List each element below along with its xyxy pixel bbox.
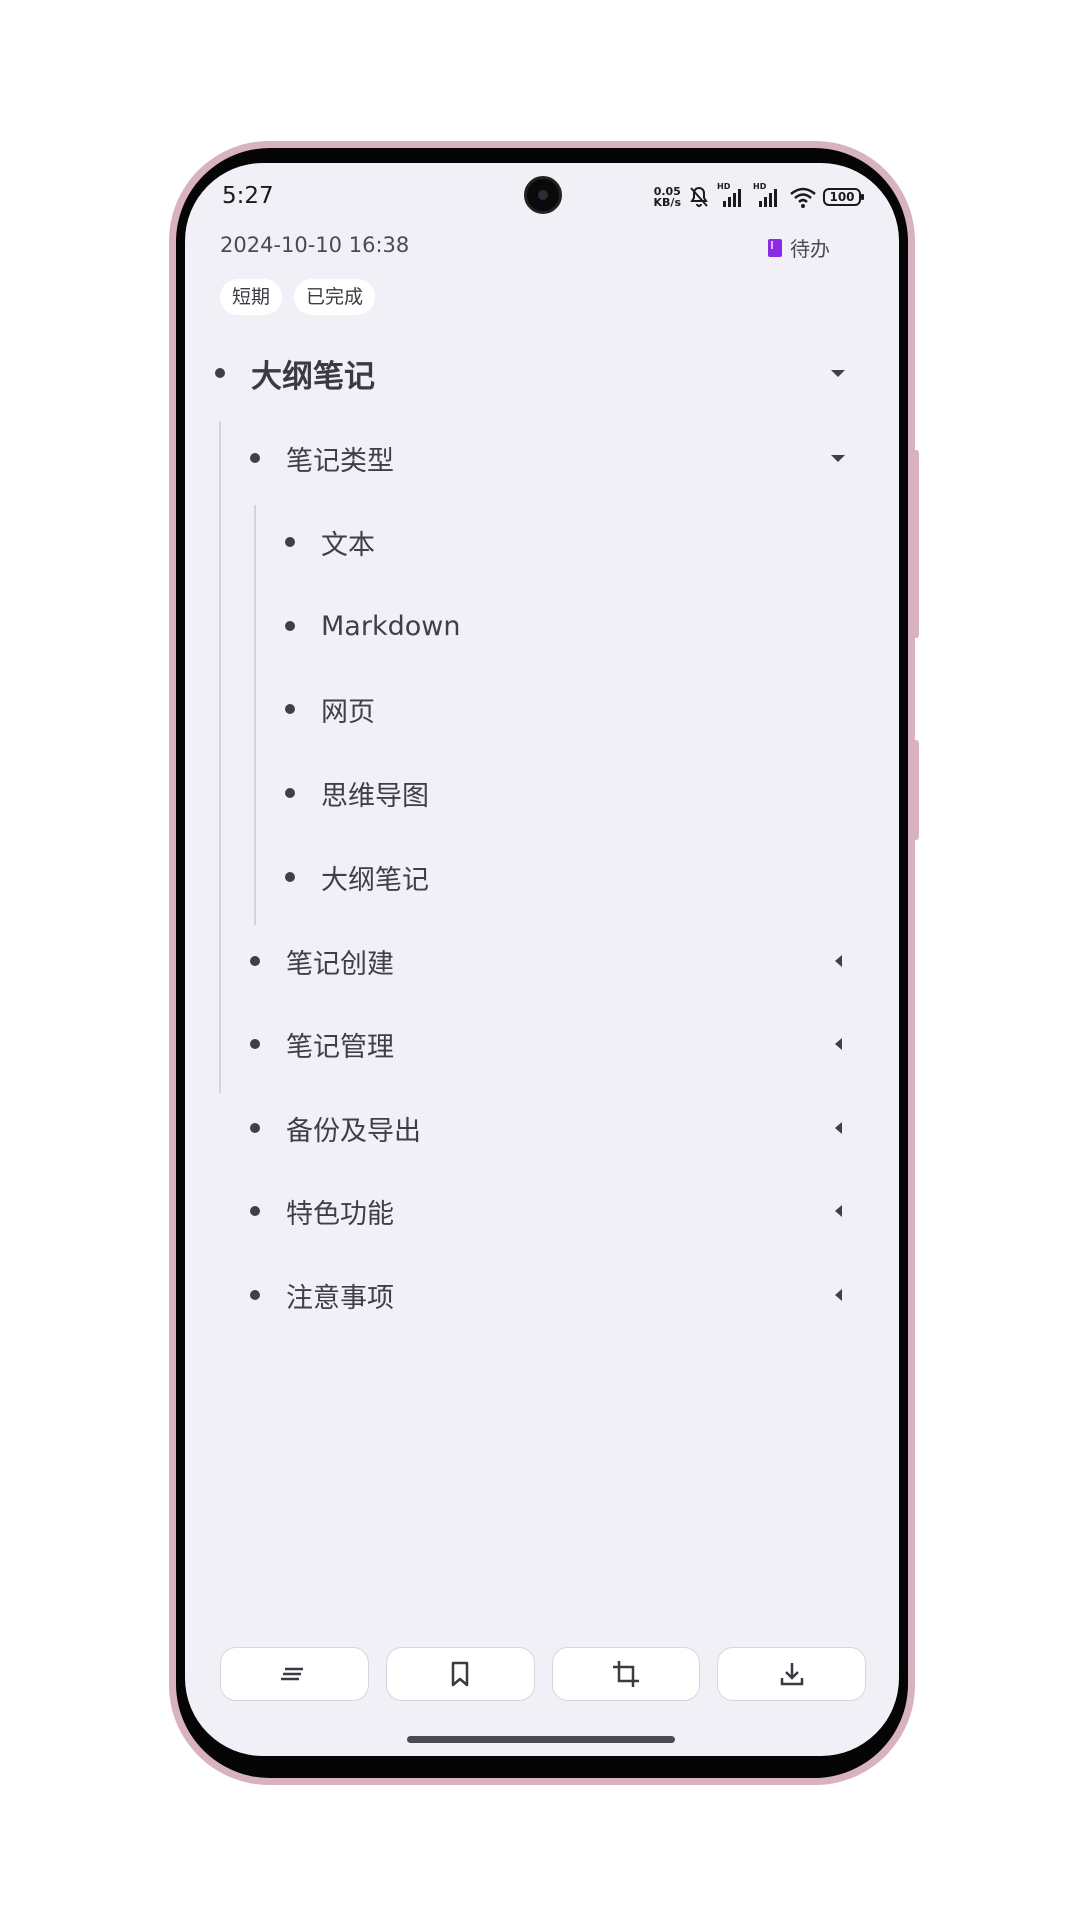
outline-node-label: 笔记类型: [286, 445, 394, 477]
outline-node-label: 备份及导出: [286, 1115, 421, 1147]
expand-toggle-icon[interactable]: [826, 949, 850, 973]
outline-node-label: 大纲笔记: [321, 864, 429, 896]
bullet: [285, 788, 295, 798]
outline-node-label: 特色功能: [286, 1198, 394, 1230]
screen: 5:27 0.05 KB/s HD HD 100 2024-10-10 16:3…: [185, 163, 899, 1756]
collapse-toggle-icon[interactable]: [826, 446, 850, 470]
bookmark-button[interactable]: [385, 1647, 535, 1701]
bullet: [250, 956, 260, 966]
bullet: [285, 621, 295, 631]
outline-tree: 大纲笔记 笔记类型 文本 Markdown 网页 思维导图 大纲笔记 笔记创建 …: [185, 163, 899, 1756]
expand-toggle-icon[interactable]: [826, 1199, 850, 1223]
bullet: [250, 453, 260, 463]
outline-node-label: 文本: [321, 529, 375, 561]
outline-guide-line: [254, 505, 256, 925]
outline-node-label: 注意事项: [286, 1282, 394, 1314]
outline-node[interactable]: 网页: [285, 679, 375, 739]
expand-toggle-icon[interactable]: [826, 1116, 850, 1140]
outline-root-node[interactable]: 大纲笔记: [215, 343, 375, 403]
front-camera: [524, 176, 562, 214]
outline-node-label: 大纲笔记: [251, 358, 375, 395]
outline-node[interactable]: 文本: [285, 512, 375, 572]
crop-button[interactable]: [551, 1647, 701, 1701]
outline-node[interactable]: 备份及导出: [250, 1098, 421, 1158]
bullet: [250, 1039, 260, 1049]
outline-node-label: 笔记创建: [286, 948, 394, 980]
outline-node[interactable]: 笔记创建: [250, 931, 394, 991]
outline-node[interactable]: 注意事项: [250, 1265, 394, 1325]
outline-node[interactable]: 笔记管理: [250, 1014, 394, 1074]
volume-button: [910, 450, 919, 638]
outline-guide-line: [219, 421, 221, 1093]
outline-node-label: 思维导图: [321, 780, 429, 812]
export-button[interactable]: [717, 1647, 866, 1701]
outline-node-label: 笔记管理: [286, 1031, 394, 1063]
expand-toggle-icon[interactable]: [826, 1283, 850, 1307]
outline-node[interactable]: 特色功能: [250, 1181, 394, 1241]
outline-view-button[interactable]: [220, 1647, 369, 1701]
download-icon: [780, 1663, 803, 1686]
outline-list-icon: [281, 1667, 304, 1681]
outline-node-label: 网页: [321, 696, 375, 728]
outline-node[interactable]: 思维导图: [285, 763, 429, 823]
collapse-toggle-icon[interactable]: [826, 361, 850, 385]
outline-node[interactable]: Markdown: [285, 596, 460, 656]
outline-node-label: Markdown: [321, 610, 461, 642]
bookmark-icon: [451, 1661, 469, 1687]
outline-node[interactable]: 大纲笔记: [285, 847, 429, 907]
home-indicator[interactable]: [407, 1736, 675, 1743]
bullet: [215, 368, 225, 378]
crop-icon: [612, 1661, 639, 1687]
power-button: [910, 740, 919, 840]
outline-node[interactable]: 笔记类型: [250, 428, 394, 488]
expand-toggle-icon[interactable]: [826, 1032, 850, 1056]
bottom-toolbar: [220, 1647, 866, 1701]
bullet: [250, 1206, 260, 1216]
bullet: [285, 872, 295, 882]
bullet: [250, 1290, 260, 1300]
bullet: [250, 1123, 260, 1133]
bullet: [285, 704, 295, 714]
bullet: [285, 537, 295, 547]
